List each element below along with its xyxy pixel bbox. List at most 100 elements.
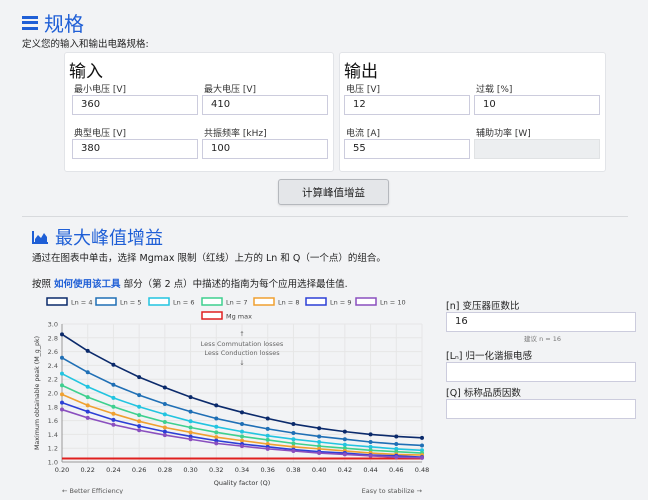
data-point — [162, 402, 167, 407]
annotation-left: ← Better Efficiency — [62, 487, 123, 494]
out-voltage-input[interactable]: 12 — [344, 95, 470, 115]
q-input[interactable] — [446, 399, 636, 419]
y-tick-label: 2.0 — [48, 390, 58, 398]
y-tick-label: 2.6 — [48, 348, 58, 356]
x-axis-label: Quality factor (Q) — [214, 479, 271, 487]
legend-label: Ln = 7 — [226, 299, 247, 307]
area-chart-icon — [32, 231, 48, 244]
data-point — [240, 422, 244, 427]
data-point — [60, 355, 64, 360]
spec-title-text: 规格 — [44, 12, 84, 36]
data-point — [291, 437, 296, 442]
data-point — [368, 439, 373, 444]
data-point — [240, 410, 244, 415]
aux-power-input — [474, 139, 600, 159]
turns-ratio-input[interactable]: 16 — [446, 312, 636, 332]
legend-label: Ln = 8 — [278, 299, 299, 307]
overload-label: 过载 [%] — [476, 85, 513, 95]
data-point — [420, 443, 424, 448]
data-point — [342, 452, 347, 457]
x-tick-label: 0.42 — [338, 466, 352, 474]
x-tick-label: 0.28 — [158, 466, 172, 474]
y-tick-label: 1.8 — [48, 403, 58, 411]
typ-voltage-input[interactable]: 380 — [72, 139, 198, 159]
max-voltage-input[interactable]: 410 — [202, 95, 328, 115]
legend-swatch — [253, 297, 275, 306]
output-card: 输出 电压 [V] 12 过载 [%] 10 电流 [A] 55 辅助功率 [W… — [339, 52, 606, 172]
section-divider — [22, 216, 628, 217]
x-tick-label: 0.26 — [132, 466, 146, 474]
calculate-peak-gain-button[interactable]: 计算峰值增益 — [278, 179, 389, 205]
data-point — [420, 435, 424, 440]
gain-title: 最大峰值增益 — [32, 224, 163, 250]
legend-label: Ln = 10 — [380, 299, 406, 307]
data-point — [60, 383, 64, 388]
data-point — [240, 434, 244, 439]
data-point — [188, 419, 193, 424]
x-tick-label: 0.48 — [415, 466, 429, 474]
current-input[interactable]: 55 — [344, 139, 470, 159]
input-card-title: 输入 — [69, 62, 103, 82]
data-point — [240, 429, 244, 434]
input-card: 输入 最小电压 [V] 360 最大电压 [V] 410 典型电压 [V] 38… — [64, 52, 334, 172]
y-tick-label: 1.2 — [48, 445, 58, 453]
res-freq-input[interactable]: 100 — [202, 139, 328, 159]
data-point — [342, 442, 347, 447]
data-point — [162, 385, 167, 390]
data-point — [60, 332, 64, 337]
how-to-use-link[interactable]: 如何使用该工具 — [54, 279, 121, 290]
gain-title-text: 最大峰值增益 — [55, 228, 163, 249]
min-voltage-label: 最小电压 [V] — [74, 85, 127, 95]
data-point — [137, 413, 142, 418]
data-point — [265, 426, 270, 431]
data-point — [162, 425, 167, 430]
data-point — [111, 382, 116, 387]
data-point — [291, 441, 296, 446]
data-point — [214, 424, 219, 429]
y-axis-label: Maximum obtainable peak (M_g_pk) — [34, 336, 41, 450]
data-point — [137, 424, 142, 429]
data-point — [265, 433, 270, 438]
x-tick-label: 0.34 — [235, 466, 249, 474]
data-point — [214, 403, 219, 408]
data-point — [214, 416, 219, 421]
data-point — [137, 393, 142, 398]
data-point — [214, 435, 219, 440]
data-point — [265, 446, 270, 451]
data-point — [162, 433, 167, 438]
data-point — [291, 422, 296, 427]
current-label: 电流 [A] — [346, 129, 381, 139]
spec-description: 定义您的输入和输出电路规格: — [22, 39, 149, 50]
data-point — [368, 453, 373, 458]
x-tick-label: 0.30 — [183, 466, 197, 474]
data-point — [137, 419, 142, 424]
legend-label: Ln = 6 — [173, 299, 194, 307]
peak-gain-chart[interactable]: 1.01.21.41.61.82.02.22.42.62.83.00.20 0.2… — [32, 294, 430, 494]
min-voltage-input[interactable]: 360 — [72, 95, 198, 115]
gain-guide-text: 按照 如何使用该工具 部分（第 2 点）中描述的指南为每个应用选择最佳值. — [32, 276, 348, 290]
data-point — [420, 455, 424, 460]
annotation-arrow-down: ↓ — [239, 359, 244, 367]
overload-input[interactable]: 10 — [474, 95, 600, 115]
ln-input[interactable] — [446, 362, 636, 382]
y-tick-label: 2.8 — [48, 334, 58, 342]
legend-swatch — [201, 297, 223, 306]
legend-label: Ln = 4 — [71, 299, 92, 307]
legend-swatch — [148, 297, 170, 306]
data-point — [60, 407, 64, 412]
data-point — [188, 425, 193, 430]
annotation-commutation: Less Commutation losses — [201, 340, 284, 348]
data-point — [137, 404, 142, 409]
data-point — [162, 419, 167, 424]
data-point — [137, 428, 142, 433]
y-tick-label: 1.4 — [48, 431, 58, 439]
legend-swatch — [305, 297, 327, 306]
turns-ratio-label: [n] 变压器匝数比 — [446, 301, 520, 312]
legend-label: Ln = 9 — [330, 299, 351, 307]
spec-title: 规格 — [22, 8, 84, 37]
x-tick-label: 0.24 — [106, 466, 120, 474]
list-icon — [22, 15, 38, 30]
data-point — [394, 434, 399, 439]
annotation-conduction: Less Conduction losses — [204, 349, 280, 357]
data-point — [265, 416, 270, 421]
